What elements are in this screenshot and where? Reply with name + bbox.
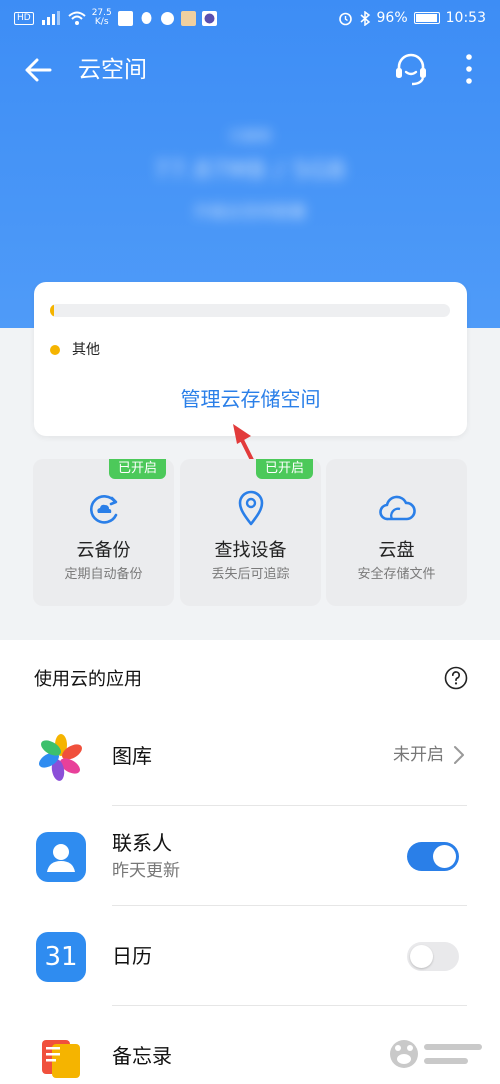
- apps-section: 使用云的应用 图库 未开启 联系人 昨天更新 31 日历 备忘录: [0, 640, 500, 1084]
- status-bar-right: 96% 10:53: [338, 10, 486, 26]
- title-bar: 云空间: [0, 40, 500, 100]
- service-name: 查找设备: [214, 540, 287, 561]
- storage-usage-bar-fill: [50, 304, 54, 317]
- contacts-sync-toggle[interactable]: [407, 842, 459, 871]
- bluetooth-icon: [360, 10, 370, 26]
- back-arrow-icon[interactable]: [22, 54, 54, 86]
- service-card-cloud-drive[interactable]: 云盘 安全存储文件: [326, 459, 467, 606]
- more-vertical-icon[interactable]: [458, 52, 480, 86]
- app-subtitle: 昨天更新: [112, 861, 180, 881]
- location-pin-icon: [238, 490, 263, 526]
- clock: 10:53: [445, 10, 486, 26]
- service-name: 云备份: [76, 540, 131, 561]
- app-name: 联系人: [112, 831, 172, 855]
- alarm-icon: [338, 12, 352, 25]
- usage-summary: 已使用 77.87MB / 5GB 升级云空间容量: [130, 122, 370, 252]
- baidu-watermark: [390, 1040, 482, 1068]
- status-bar: HD 27.5 K/s 96% 10:53: [0, 0, 500, 36]
- battery-icon: [413, 12, 440, 24]
- service-name: 云盘: [378, 540, 415, 561]
- network-speed: 27.5 K/s: [92, 9, 112, 27]
- compass-icon: [160, 11, 174, 25]
- legend-dot-other: [50, 345, 60, 355]
- cloud-backup-icon: [89, 495, 117, 524]
- calendar-sync-toggle[interactable]: [407, 942, 459, 971]
- app-badge-icon: [201, 10, 217, 26]
- service-desc: 安全存储文件: [357, 567, 436, 582]
- service-desc: 定期自动备份: [64, 567, 143, 582]
- app-name: 图库: [112, 744, 152, 768]
- legend-label-other: 其他: [72, 342, 100, 358]
- signal-icon: [41, 11, 60, 25]
- used-label: 已使用: [229, 129, 271, 145]
- service-desc: 丢失后可追踪: [211, 567, 290, 582]
- help-question-icon[interactable]: [444, 666, 468, 690]
- battery-percent: 96%: [376, 10, 408, 26]
- app-status: 未开启: [393, 745, 444, 765]
- app-row-gallery[interactable]: 图库 未开启: [0, 706, 500, 806]
- qq-icon: [141, 11, 152, 24]
- calendar-icon-date: 31: [44, 942, 78, 972]
- contacts-app-icon: [36, 832, 86, 882]
- manage-storage-button[interactable]: 管理云存储空间: [34, 384, 467, 414]
- chevron-right-icon: [454, 746, 464, 764]
- cloud-drive-icon: [378, 495, 416, 521]
- service-card-find-device[interactable]: 已开启 查找设备 丢失后可追踪: [180, 459, 321, 606]
- app-name: 日历: [112, 944, 152, 968]
- app-row-calendar[interactable]: 31 日历: [0, 906, 500, 1006]
- storage-usage-bar: [50, 304, 450, 317]
- network-speed-unit: K/s: [94, 17, 109, 27]
- apps-section-title: 使用云的应用: [34, 669, 142, 690]
- notes-app-icon: [36, 1032, 86, 1082]
- notification-app-icon-2: [180, 10, 196, 26]
- service-badge-enabled: 已开启: [108, 459, 166, 479]
- calendar-app-icon: 31: [36, 932, 86, 982]
- toggle-knob: [433, 845, 456, 868]
- customer-service-headset-icon[interactable]: [392, 50, 430, 88]
- notification-app-icon: [117, 10, 133, 26]
- used-value: 77.87MB / 5GB: [153, 156, 347, 184]
- service-card-cloud-backup[interactable]: 已开启 云备份 定期自动备份: [33, 459, 174, 606]
- upgrade-link[interactable]: 升级云空间容量: [130, 198, 370, 222]
- storage-card: 其他 管理云存储空间: [34, 282, 467, 436]
- hd-indicator: HD: [14, 11, 34, 25]
- page-title: 云空间: [78, 57, 147, 83]
- toggle-knob: [410, 945, 433, 968]
- service-badge-enabled: 已开启: [255, 459, 313, 479]
- app-name: 备忘录: [112, 1044, 172, 1068]
- wifi-icon: [68, 11, 86, 25]
- gallery-app-icon: [36, 732, 86, 782]
- status-bar-left: HD 27.5 K/s: [14, 9, 217, 27]
- app-row-contacts[interactable]: 联系人 昨天更新: [0, 806, 500, 906]
